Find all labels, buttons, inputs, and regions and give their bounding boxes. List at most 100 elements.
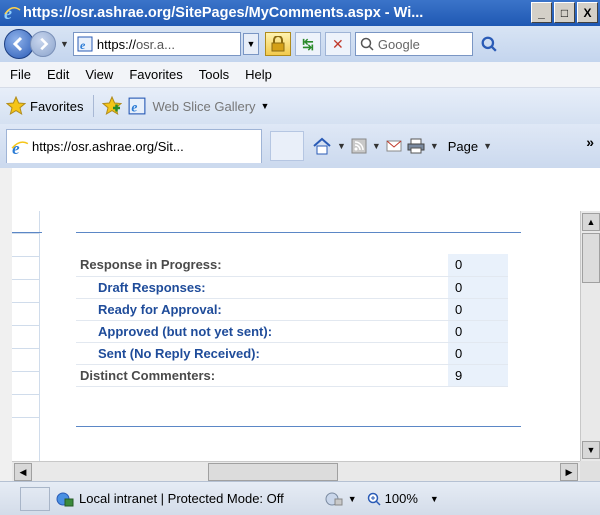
forward-button[interactable]: [30, 31, 56, 57]
zoom-level: 100%: [384, 491, 418, 506]
left-frame-edge: [0, 168, 12, 481]
table-row: Approved (but not yet sent): 0: [76, 320, 508, 343]
refresh-icon: ↹: [302, 35, 314, 52]
menu-bar: File Edit View Favorites Tools Help: [0, 62, 600, 88]
table-row: Distinct Commenters: 9: [76, 364, 508, 387]
protected-mode-button[interactable]: ▼: [324, 491, 357, 507]
table-row: Ready for Approval: 0: [76, 298, 508, 321]
stat-value: 0: [448, 254, 508, 277]
ie-logo-icon: e: [2, 3, 22, 23]
favorites-button[interactable]: Favorites: [30, 99, 83, 114]
search-placeholder: Google: [377, 36, 420, 52]
tab-current[interactable]: e https://osr.ashrae.org/Sit...: [6, 129, 262, 163]
stat-value: 9: [448, 364, 508, 387]
maximize-button[interactable]: □: [554, 2, 575, 23]
intranet-icon: [56, 492, 74, 506]
stat-label: Response in Progress:: [76, 254, 448, 277]
stop-icon: ✕: [332, 35, 344, 52]
window-title: https://osr.ashrae.org/SitePages/MyComme…: [23, 5, 424, 21]
content-top: [12, 168, 580, 211]
horizontal-scrollbar[interactable]: ◀ ▶: [12, 461, 580, 481]
divider-line: [12, 232, 42, 233]
page-icon: e: [77, 36, 93, 52]
add-favorite-icon[interactable]: [102, 96, 123, 116]
stat-value: 0: [448, 342, 508, 365]
scroll-up-icon[interactable]: ▲: [582, 213, 600, 231]
security-dropdown-icon: ▼: [347, 493, 357, 504]
read-mail-icon[interactable]: [386, 139, 402, 153]
feeds-dropdown-icon[interactable]: ▼: [372, 141, 381, 151]
search-input[interactable]: Google: [354, 32, 473, 56]
vertical-scrollbar[interactable]: ▲ ▼: [580, 211, 600, 461]
favorites-star-icon[interactable]: [6, 96, 26, 116]
url-text: osr.a...: [135, 36, 175, 52]
divider-line: [76, 232, 521, 233]
url-prefix: https://: [96, 36, 136, 52]
zoom-icon: [367, 492, 381, 506]
new-tab-button[interactable]: [270, 131, 304, 161]
home-icon[interactable]: [312, 137, 332, 155]
stat-value: 0: [448, 276, 508, 299]
svg-text:e: e: [132, 100, 138, 115]
tab-bar: e https://osr.ashrae.org/Sit... ▼ ▼ ▼ Pa…: [0, 124, 600, 168]
scrollbar-corner: [580, 461, 600, 481]
divider-line: [76, 426, 521, 427]
security-lock-button[interactable]: [264, 32, 291, 56]
menu-file[interactable]: File: [10, 67, 31, 82]
page-dropdown-icon[interactable]: ▼: [483, 141, 492, 151]
horizontal-scroll-thumb[interactable]: [208, 463, 338, 481]
scroll-down-icon[interactable]: ▼: [582, 441, 600, 459]
comment-stats-table: Response in Progress: 0 Draft Responses:…: [76, 254, 508, 387]
web-slice-icon: e: [129, 97, 146, 115]
menu-help[interactable]: Help: [245, 67, 272, 82]
tab-label: https://osr.ashrae.org/Sit...: [32, 139, 184, 154]
status-bar: Local intranet | Protected Mode: Off ▼ 1…: [0, 481, 600, 515]
refresh-button[interactable]: ↹: [294, 32, 321, 56]
vertical-scroll-thumb[interactable]: [582, 233, 600, 283]
history-dropdown-icon[interactable]: ▼: [60, 39, 69, 49]
favorites-bar: Favorites e Web Slice Gallery ▼: [0, 88, 600, 124]
overflow-chevron-icon[interactable]: »: [586, 134, 594, 150]
status-panel: [20, 486, 50, 511]
stop-button[interactable]: ✕: [324, 32, 351, 56]
security-zone[interactable]: Local intranet | Protected Mode: Off: [56, 491, 284, 507]
window-controls: _ □ X: [531, 2, 598, 23]
stat-link[interactable]: Ready for Approval:: [76, 298, 448, 321]
scroll-right-icon[interactable]: ▶: [560, 463, 578, 481]
home-dropdown-icon[interactable]: ▼: [337, 141, 346, 151]
stat-label: Distinct Commenters:: [76, 364, 448, 387]
minimize-button[interactable]: _: [531, 2, 552, 23]
menu-tools[interactable]: Tools: [199, 67, 229, 82]
stat-value: 0: [448, 298, 508, 321]
address-toolbar: ▼ e https://osr.a... ▼ ↹ ✕ Google: [0, 26, 600, 62]
page-menu-button[interactable]: Page: [448, 139, 478, 154]
toolbar-divider: [93, 95, 95, 117]
table-row: Sent (No Reply Received): 0: [76, 342, 508, 365]
scroll-left-icon[interactable]: ◀: [14, 463, 32, 481]
zoom-control[interactable]: 100% ▼: [367, 491, 439, 506]
print-dropdown-icon[interactable]: ▼: [430, 141, 439, 151]
window-titlebar: e https://osr.ashrae.org/SitePages/MyCom…: [0, 0, 600, 26]
address-dropdown-button[interactable]: ▼: [242, 33, 259, 55]
stat-value: 0: [448, 320, 508, 343]
close-button[interactable]: X: [577, 2, 598, 23]
menu-view[interactable]: View: [85, 67, 113, 82]
stat-link[interactable]: Draft Responses:: [76, 276, 448, 299]
feeds-icon[interactable]: [351, 138, 367, 154]
zone-text: Local intranet | Protected Mode: Off: [79, 491, 284, 506]
menu-favorites[interactable]: Favorites: [129, 67, 182, 82]
search-go-button[interactable]: [477, 32, 501, 56]
stat-link[interactable]: Sent (No Reply Received):: [76, 342, 448, 365]
back-arrow-icon: [12, 36, 23, 52]
address-field[interactable]: e https://osr.a...: [72, 32, 241, 56]
web-slice-dropdown-icon[interactable]: ▼: [261, 101, 270, 111]
zoom-dropdown-icon[interactable]: ▼: [430, 494, 439, 504]
svg-text:e: e: [80, 38, 86, 52]
stat-link[interactable]: Approved (but not yet sent):: [76, 320, 448, 343]
menu-edit[interactable]: Edit: [47, 67, 69, 82]
table-row: Response in Progress: 0: [76, 254, 508, 277]
web-slice-gallery-link[interactable]: Web Slice Gallery: [152, 99, 255, 114]
print-icon[interactable]: [407, 138, 425, 154]
tab-ie-icon: e: [11, 138, 29, 156]
table-row: Draft Responses: 0: [76, 276, 508, 299]
